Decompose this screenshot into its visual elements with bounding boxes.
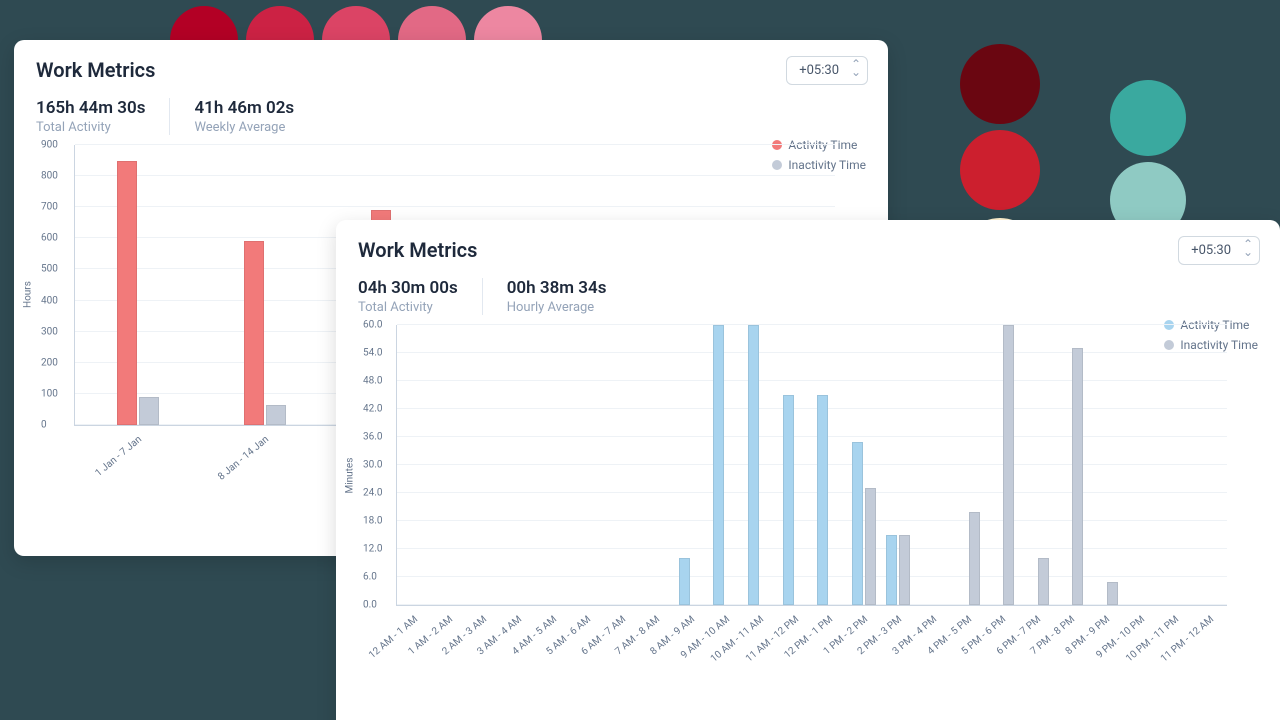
stats-row: 165h 44m 30s Total Activity 41h 46m 02s …: [36, 98, 866, 135]
y-tick: 36.0: [363, 432, 383, 443]
bar-inactivity[interactable]: [865, 488, 876, 605]
y-axis-label: Hours: [23, 281, 34, 308]
y-tick: 48.0: [363, 376, 383, 387]
card-title: Work Metrics: [36, 58, 866, 82]
bar-activity[interactable]: [679, 558, 690, 605]
hourly-chart: Minutes 0.06.012.018.024.030.036.042.048…: [358, 325, 1258, 686]
bar-activity[interactable]: [713, 325, 724, 605]
bar-inactivity[interactable]: [1072, 348, 1083, 605]
bar-group: [950, 512, 985, 605]
bar-group: [847, 442, 882, 605]
y-tick: 400: [41, 295, 58, 306]
bar-group: [202, 241, 329, 425]
bar-group: [1019, 558, 1054, 605]
stats-row: 04h 30m 00s Total Activity 00h 38m 34s H…: [358, 278, 1258, 315]
bar-group: [985, 325, 1020, 605]
y-tick: 0: [41, 420, 47, 431]
bar-activity[interactable]: [783, 395, 794, 605]
bar-activity[interactable]: [886, 535, 897, 605]
bar-activity[interactable]: [244, 241, 264, 425]
bar-group: [777, 395, 812, 605]
y-tick: 900: [41, 140, 58, 151]
bar-group: [1089, 582, 1124, 605]
y-tick: 300: [41, 326, 58, 337]
bar-inactivity[interactable]: [1107, 582, 1118, 605]
chevron-up-down-icon: ⌃⌄: [1243, 240, 1253, 256]
timezone-value: +05:30: [799, 63, 839, 78]
bar-group: [1054, 348, 1089, 605]
bar-activity[interactable]: [748, 325, 759, 605]
card-title: Work Metrics: [358, 238, 1258, 262]
bar-group: [674, 558, 709, 605]
bar-activity[interactable]: [852, 442, 863, 605]
bar-group: [812, 395, 847, 605]
y-tick: 6.0: [363, 572, 377, 583]
bar-inactivity[interactable]: [266, 405, 286, 425]
y-tick: 42.0: [363, 404, 383, 415]
bar-group: [881, 535, 916, 605]
y-tick: 200: [41, 357, 58, 368]
bar-inactivity[interactable]: [1038, 558, 1049, 605]
x-tick: 1 Jan - 7 Jan: [94, 434, 145, 479]
y-tick: 30.0: [363, 460, 383, 471]
bar-group: [743, 325, 778, 605]
bar-group: [75, 161, 202, 425]
y-tick: 100: [41, 388, 58, 399]
stat-total-activity: 165h 44m 30s Total Activity: [36, 98, 169, 135]
bar-activity[interactable]: [817, 395, 828, 605]
stat-hourly-average: 00h 38m 34s Hourly Average: [482, 278, 631, 315]
y-tick: 12.0: [363, 544, 383, 555]
y-tick: 800: [41, 171, 58, 182]
bar-group: [708, 325, 743, 605]
palette-swatch: [960, 44, 1040, 124]
y-tick: 54.0: [363, 348, 383, 359]
bar-inactivity[interactable]: [969, 512, 980, 605]
chevron-up-down-icon: ⌃⌄: [851, 60, 861, 76]
y-tick: 700: [41, 202, 58, 213]
timezone-value: +05:30: [1191, 243, 1231, 258]
bar-activity[interactable]: [117, 161, 137, 425]
stat-total-activity: 04h 30m 00s Total Activity: [358, 278, 482, 315]
y-tick: 500: [41, 264, 58, 275]
y-tick: 600: [41, 233, 58, 244]
palette-swatch: [1110, 80, 1186, 156]
timezone-select[interactable]: +05:30 ⌃⌄: [786, 56, 868, 85]
y-axis-label: Minutes: [345, 457, 356, 493]
timezone-select[interactable]: +05:30 ⌃⌄: [1178, 236, 1260, 265]
y-tick: 24.0: [363, 488, 383, 499]
work-metrics-hourly-card: Work Metrics +05:30 ⌃⌄ 04h 30m 00s Total…: [336, 220, 1280, 720]
bar-inactivity[interactable]: [1003, 325, 1014, 605]
stat-weekly-average: 41h 46m 02s Weekly Average: [169, 98, 318, 135]
y-tick: 18.0: [363, 516, 383, 527]
bar-inactivity[interactable]: [139, 397, 159, 425]
bar-inactivity[interactable]: [899, 535, 910, 605]
palette-swatch: [960, 130, 1040, 210]
y-tick: 60.0: [363, 320, 383, 331]
y-tick: 0.0: [363, 600, 377, 611]
x-tick: 8 Jan - 14 Jan: [216, 434, 271, 483]
